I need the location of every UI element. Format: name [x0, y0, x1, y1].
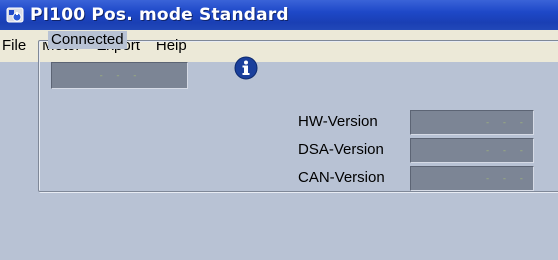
can-version-label: CAN-Version [298, 169, 385, 186]
dsa-version-field: - - - [410, 138, 534, 163]
can-version-field: - - - [410, 166, 534, 191]
app-pi-icon[interactable] [6, 6, 24, 24]
connection-status-field: - - - [51, 62, 188, 89]
hw-version-field: - - - [410, 110, 534, 135]
dsa-version-label: DSA-Version [298, 141, 384, 158]
title-bar[interactable]: PI100 Pos. mode Standard [0, 0, 558, 30]
info-icon[interactable] [234, 56, 258, 80]
app-window: PI100 Pos. mode Standard File Motor Expo… [0, 0, 558, 260]
hw-version-label: HW-Version [298, 113, 378, 130]
menu-file[interactable]: File [0, 30, 34, 62]
can-version-value: - - - [484, 173, 527, 184]
connection-group-label: Connected [48, 31, 127, 49]
dsa-version-value: - - - [484, 145, 527, 156]
connection-status-value: - - - [98, 70, 141, 81]
window-title: PI100 Pos. mode Standard [30, 5, 289, 25]
hw-version-value: - - - [484, 117, 527, 128]
